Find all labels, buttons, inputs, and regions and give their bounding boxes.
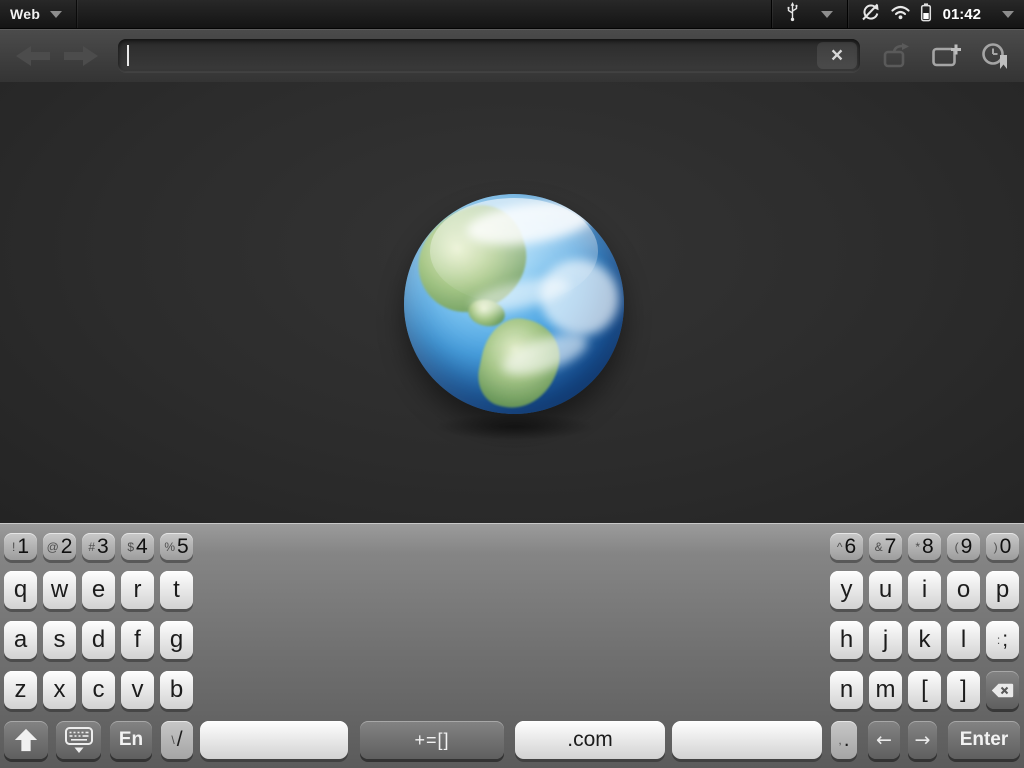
- key-w[interactable]: w: [43, 571, 76, 609]
- app-menu[interactable]: Web: [0, 0, 77, 28]
- key-cursor-right[interactable]: →: [908, 721, 937, 759]
- key-e[interactable]: e: [82, 571, 115, 609]
- key-l[interactable]: l: [947, 621, 980, 659]
- key-a[interactable]: a: [4, 621, 37, 659]
- key-h[interactable]: h: [830, 621, 863, 659]
- key-j[interactable]: j: [869, 621, 902, 659]
- forward-arrow-icon: [62, 44, 100, 68]
- browser-toolbar: ×: [0, 29, 1024, 83]
- key-backspace[interactable]: [986, 671, 1019, 709]
- key-r[interactable]: r: [121, 571, 154, 609]
- key-3[interactable]: # 3: [82, 533, 115, 560]
- key-symbols[interactable]: +=[]: [360, 721, 504, 759]
- rotation-lock-icon: [860, 2, 881, 27]
- shift-icon: [13, 727, 39, 753]
- space-key-right[interactable]: [672, 721, 822, 759]
- key-close-bracket[interactable]: ]: [947, 671, 980, 709]
- key-4[interactable]: $ 4: [121, 533, 154, 560]
- key-s[interactable]: s: [43, 621, 76, 659]
- url-input[interactable]: ×: [118, 39, 860, 72]
- key-language[interactable]: En: [110, 721, 152, 759]
- key-cursor-left[interactable]: ←: [868, 721, 900, 759]
- key-period[interactable]: , .: [831, 721, 857, 759]
- key-slash[interactable]: \ /: [161, 721, 193, 759]
- usb-icon: [786, 2, 799, 27]
- key-9[interactable]: ( 9: [947, 533, 980, 560]
- key-k[interactable]: k: [908, 621, 941, 659]
- key-1[interactable]: ! 1: [4, 533, 37, 560]
- key-z[interactable]: z: [4, 671, 37, 709]
- key-d[interactable]: d: [82, 621, 115, 659]
- page-content: [0, 82, 1024, 524]
- key-semicolon[interactable]: : ;: [986, 621, 1019, 659]
- status-icons-area: 01:42: [771, 0, 1024, 28]
- wifi-icon: [890, 3, 911, 25]
- key-x[interactable]: x: [43, 671, 76, 709]
- new-card-icon: [931, 43, 963, 69]
- key-0[interactable]: ) 0: [986, 533, 1019, 560]
- key-6[interactable]: ^ 6: [830, 533, 863, 560]
- key-y[interactable]: y: [830, 571, 863, 609]
- key-m[interactable]: m: [869, 671, 902, 709]
- backspace-icon: [991, 683, 1014, 698]
- key-f[interactable]: f: [121, 621, 154, 659]
- virtual-keyboard: ! 1 @ 2 # 3 $ 4 % 5: [0, 523, 1024, 768]
- key-q[interactable]: q: [4, 571, 37, 609]
- usb-menu[interactable]: [772, 0, 847, 28]
- chevron-down-icon: [1002, 11, 1014, 18]
- chevron-down-icon: [821, 11, 833, 18]
- system-status-bar: Web: [0, 0, 1024, 29]
- forward-button[interactable]: [60, 38, 102, 74]
- history-clock-icon: [980, 42, 1010, 70]
- chevron-down-icon: [50, 11, 62, 18]
- key-c[interactable]: c: [82, 671, 115, 709]
- browser-screen: Web: [0, 0, 1024, 768]
- history-bookmarks-button[interactable]: [976, 39, 1014, 73]
- key-enter[interactable]: Enter: [948, 721, 1020, 759]
- key-5[interactable]: % 5: [160, 533, 193, 560]
- space-key-left[interactable]: [200, 721, 348, 759]
- share-button[interactable]: [878, 39, 916, 73]
- back-arrow-icon: [14, 44, 52, 68]
- key-i[interactable]: i: [908, 571, 941, 609]
- key-b[interactable]: b: [160, 671, 193, 709]
- globe-icon: [404, 194, 624, 414]
- key-p[interactable]: p: [986, 571, 1019, 609]
- globe-gloss-highlight: [430, 198, 597, 304]
- key-7[interactable]: & 7: [869, 533, 902, 560]
- key-shift[interactable]: [4, 721, 48, 759]
- key-v[interactable]: v: [121, 671, 154, 709]
- key-open-bracket[interactable]: [: [908, 671, 941, 709]
- key-8[interactable]: * 8: [908, 533, 941, 560]
- system-menu[interactable]: 01:42: [848, 0, 1024, 28]
- key-t[interactable]: t: [160, 571, 193, 609]
- clear-url-button[interactable]: ×: [817, 42, 857, 69]
- battery-icon: [920, 2, 932, 27]
- clock-time: 01:42: [943, 6, 981, 23]
- hide-keyboard-icon: [64, 726, 94, 754]
- key-o[interactable]: o: [947, 571, 980, 609]
- globe-drop-shadow: [434, 414, 596, 440]
- back-button[interactable]: [12, 38, 54, 74]
- key-n[interactable]: n: [830, 671, 863, 709]
- share-icon: [882, 43, 912, 69]
- key-g[interactable]: g: [160, 621, 193, 659]
- text-cursor: [127, 45, 129, 66]
- key-2[interactable]: @ 2: [43, 533, 76, 560]
- key-u[interactable]: u: [869, 571, 902, 609]
- app-menu-label: Web: [10, 6, 40, 22]
- new-card-button[interactable]: [928, 39, 966, 73]
- key-dotcom[interactable]: .com: [515, 721, 665, 759]
- key-hide-keyboard[interactable]: [56, 721, 101, 759]
